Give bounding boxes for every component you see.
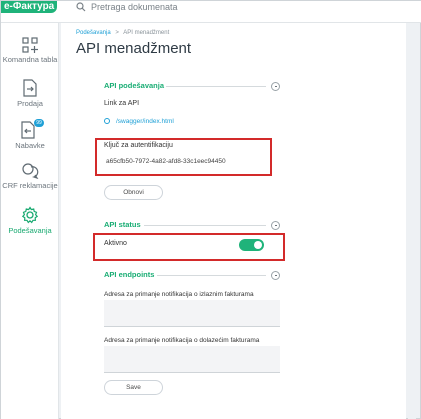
sidebar-item-label: Nabavke <box>15 141 45 150</box>
sidebar-item-podesavanja[interactable]: Podešavanja <box>1 206 59 235</box>
sidebar-item-crf-reklamacije[interactable]: CRF reklamacije <box>1 163 59 190</box>
sidebar-item-label: Podešavanja <box>8 226 52 235</box>
section-divider <box>157 275 266 276</box>
sidebar-item-label: CRF reklamacije <box>2 181 58 190</box>
incoming-endpoint-label: Adresa za primanje notifikacija o dolaze… <box>104 337 260 344</box>
api-link[interactable]: /swagger/index.html <box>104 118 174 125</box>
notification-badge: 99 <box>34 119 44 127</box>
incoming-document-icon <box>21 121 35 139</box>
page-title: API menadžment <box>76 40 192 57</box>
sidebar-item-prodaja[interactable]: Prodaja <box>1 79 59 108</box>
app-logo[interactable]: e-Фактура <box>1 1 57 13</box>
sidebar-item-komandna-tabla[interactable]: Komandna tabla <box>1 37 59 64</box>
breadcrumb-current: API menadžment <box>123 30 170 36</box>
outgoing-endpoint-input[interactable] <box>104 300 280 326</box>
section-divider <box>144 225 266 226</box>
page-scrollbar[interactable] <box>408 23 416 419</box>
collapse-toggle-icon[interactable] <box>271 271 280 280</box>
collapse-toggle-icon[interactable] <box>271 82 280 91</box>
breadcrumb-link-podesavanja[interactable]: Podešavanja <box>76 30 111 36</box>
refresh-button[interactable]: Obnovi <box>104 185 163 200</box>
outgoing-endpoint-label: Adresa za primanje notifikacija o izlazn… <box>104 291 254 298</box>
incoming-endpoint-input[interactable] <box>104 346 280 372</box>
sidebar-item-nabavke[interactable]: 99 Nabavke <box>1 119 59 150</box>
save-button[interactable]: Save <box>104 380 163 395</box>
main-content: Podešavanja > API menadžment API menadžm… <box>61 23 406 419</box>
input-underline <box>104 326 280 327</box>
section-heading-api-endpoints: API endpoints <box>104 270 155 279</box>
top-bar: e-Фактура Pretraga dokumenata <box>1 1 421 23</box>
gear-icon <box>21 206 39 224</box>
breadcrumb-separator: > <box>115 30 119 36</box>
sidebar-item-label: Komandna tabla <box>2 55 58 64</box>
search-input[interactable]: Pretraga dokumenata <box>91 1 178 13</box>
outgoing-document-icon <box>23 79 37 97</box>
key-label: Ključ za autentifikaciju <box>104 142 173 149</box>
breadcrumb: Podešavanja > API menadžment <box>76 30 169 36</box>
section-divider <box>166 86 266 87</box>
sidebar: Komandna tabla Prodaja 99 Nabavke CRF re… <box>1 23 59 419</box>
chat-bubbles-icon <box>22 163 39 179</box>
search-icon[interactable] <box>76 2 86 12</box>
sidebar-item-label: Prodaja <box>17 99 43 108</box>
api-link-text[interactable]: /swagger/index.html <box>116 118 174 125</box>
link-label: Link za API <box>104 100 140 107</box>
dashboard-grid-icon <box>22 37 38 53</box>
section-heading-api-settings: API podešavanja <box>104 81 165 90</box>
api-key-value: a65cfb50-7972-4a82-afd8-33c1eec94450 <box>106 158 226 165</box>
active-toggle[interactable] <box>239 239 264 251</box>
input-underline <box>104 372 280 373</box>
section-heading-api-status: API status <box>104 220 141 229</box>
toggle-knob <box>254 241 262 249</box>
collapse-toggle-icon[interactable] <box>271 221 280 230</box>
link-icon <box>104 118 110 124</box>
active-label: Aktivno <box>104 240 127 247</box>
